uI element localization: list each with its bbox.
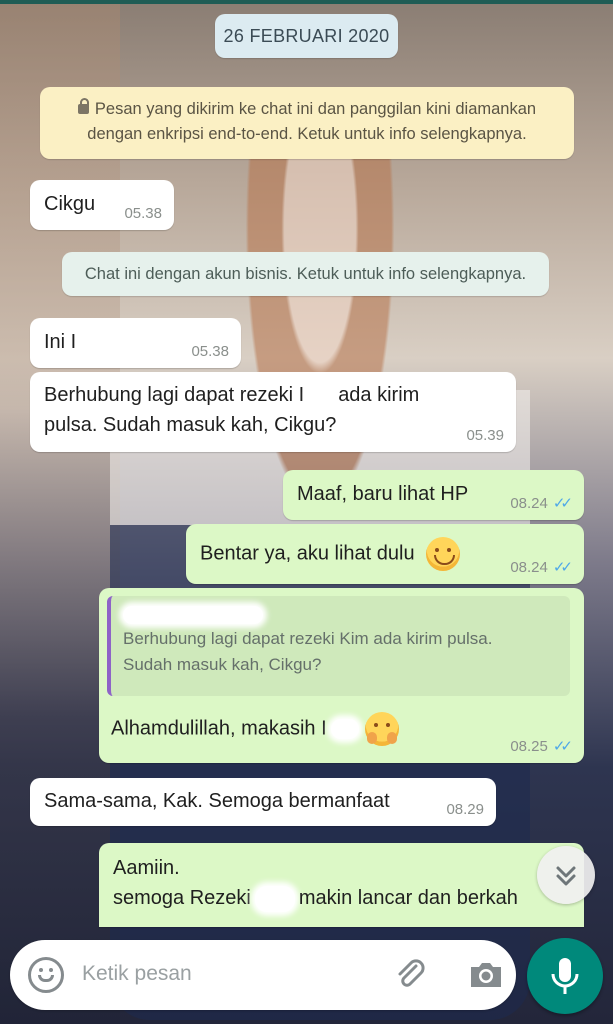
message-text: Sama-sama, Kak. Semoga bermanfaat — [44, 790, 390, 812]
message-time: 08.24 — [510, 559, 548, 576]
message-text: Alhamdulillah, makasih I — [111, 717, 327, 740]
business-notice[interactable]: Chat ini dengan akun bisnis. Ketuk untuk… — [62, 252, 549, 296]
double-check-icon: ✓✓ — [552, 738, 573, 755]
double-check-icon: ✓✓ — [552, 495, 573, 512]
message-outgoing[interactable]: Aamiin. semoga Rezeki makin lancar dan be… — [99, 843, 584, 927]
lock-icon — [77, 98, 89, 114]
quoted-text-1: Berhubung lagi dapat rezeki Kim ada kiri… — [123, 629, 493, 648]
message-incoming[interactable]: Sama-sama, Kak. Semoga bermanfaat 08.29 — [30, 778, 496, 826]
message-text-2b: makin lancar dan berkah — [298, 887, 518, 909]
message-text-1b: ada kirim — [338, 384, 420, 406]
redacted-mark — [310, 385, 333, 406]
quoted-message[interactable]: Berhubung lagi dapat rezeki Kim ada kiri… — [107, 596, 570, 696]
message-text-2a: semoga Rezeki — [113, 887, 251, 909]
redacted-mark — [254, 885, 295, 912]
encryption-line-1: Pesan yang dikirim ke chat ini dan pangg… — [94, 100, 537, 118]
message-text-1a: Berhubung lagi dapat rezeki I — [44, 384, 305, 406]
encryption-line-2: dengan enkripsi end-to-end. Ketuk untuk … — [87, 125, 527, 143]
scroll-down-icon — [556, 866, 576, 886]
message-outgoing-reply[interactable]: Berhubung lagi dapat rezeki Kim ada kiri… — [99, 588, 584, 763]
top-bar — [0, 0, 613, 4]
date-chip: 26 FEBRUARI 2020 — [215, 14, 398, 58]
message-text-1: Aamiin. — [113, 857, 180, 879]
redacted-mark — [330, 719, 359, 739]
message-outgoing[interactable]: Maaf, baru lihat HP 08.24 ✓✓ — [283, 470, 584, 520]
mic-button[interactable] — [527, 938, 603, 1014]
camera-icon[interactable] — [468, 960, 504, 990]
message-time: 08.24 — [510, 495, 548, 512]
message-incoming[interactable]: Cikgu 05.38 — [30, 180, 174, 230]
double-check-icon: ✓✓ — [552, 559, 573, 576]
message-time: 05.38 — [191, 343, 229, 360]
message-time: 08.25 — [510, 738, 548, 755]
message-time: 05.39 — [466, 427, 504, 444]
message-text-2: pulsa. Sudah masuk kah, Cikgu? — [44, 414, 337, 436]
message-incoming[interactable]: Berhubung lagi dapat rezeki I ada kirim p… — [30, 372, 516, 452]
smile-emoji-icon — [426, 537, 461, 571]
message-time: 08.29 — [446, 801, 484, 818]
quoted-text-2: Sudah masuk kah, Cikgu? — [123, 655, 322, 674]
message-input[interactable]: Ketik pesan — [82, 962, 192, 986]
attach-icon[interactable] — [394, 958, 428, 992]
message-text: Bentar ya, aku lihat dulu — [200, 542, 415, 565]
hugging-emoji-icon — [364, 712, 399, 746]
message-time: 05.38 — [124, 205, 162, 222]
scroll-down-button[interactable] — [537, 846, 595, 904]
redacted-mark — [89, 331, 140, 354]
redacted-mark — [123, 606, 263, 624]
emoji-icon[interactable] — [28, 957, 64, 993]
message-outgoing[interactable]: Bentar ya, aku lihat dulu 08.24 ✓✓ — [186, 524, 584, 584]
message-text: Maaf, baru lihat HP — [297, 483, 469, 505]
message-input-bar[interactable]: Ketik pesan — [10, 940, 516, 1010]
message-incoming[interactable]: Ini I 05.38 — [30, 318, 241, 368]
message-text: Cikgu — [44, 193, 96, 215]
message-text: Ini I — [44, 331, 77, 353]
mic-icon — [551, 958, 579, 994]
encryption-notice[interactable]: Pesan yang dikirim ke chat ini dan pangg… — [40, 87, 574, 159]
